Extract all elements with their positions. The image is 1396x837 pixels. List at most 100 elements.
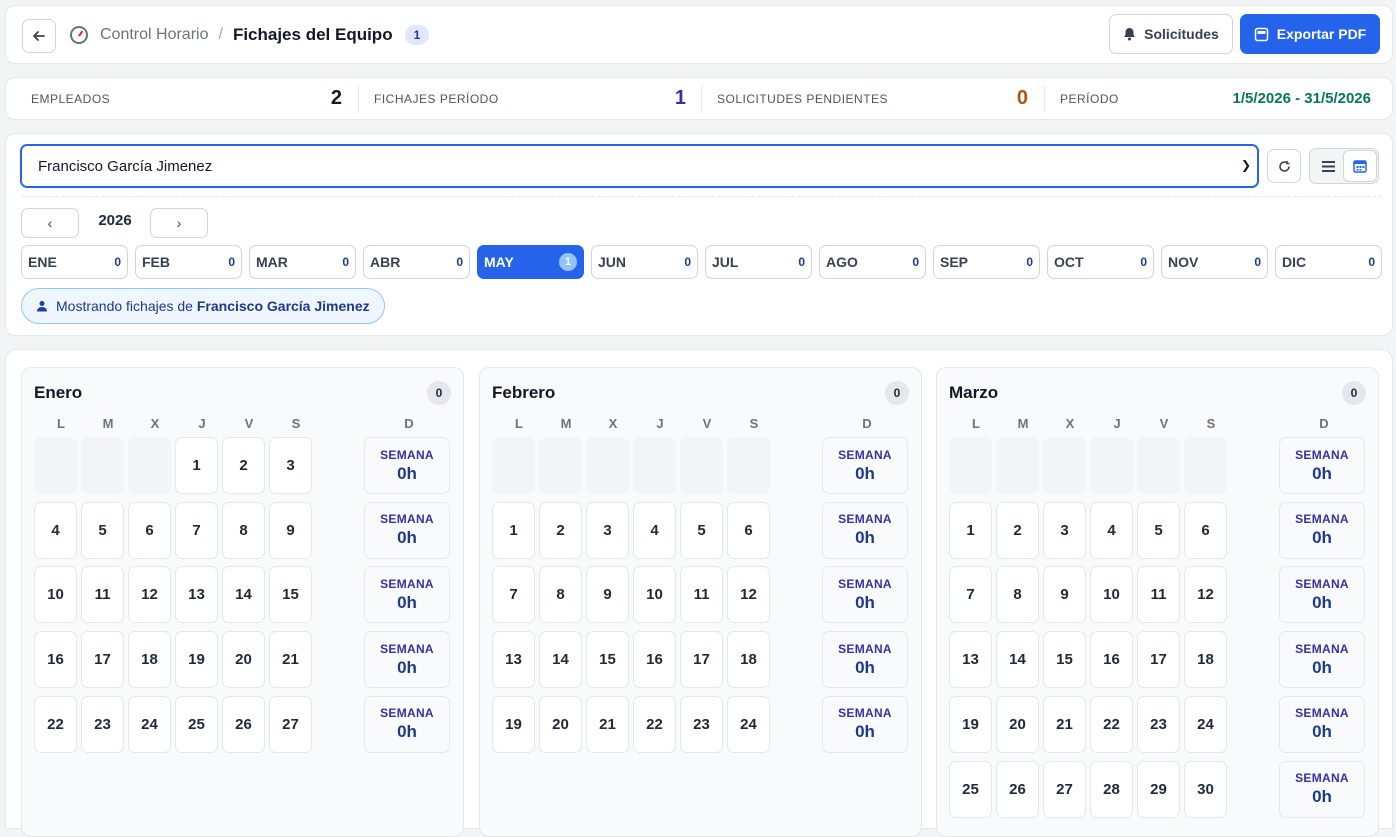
calendar-day[interactable]: 7 [492,566,535,624]
next-year-button[interactable]: › [150,208,208,238]
calendar-day[interactable]: 2 [996,501,1039,559]
calendar-day[interactable]: 1 [175,437,218,494]
calendar-day[interactable]: 15 [269,566,312,624]
month-button-may[interactable]: MAY 1 [477,245,584,279]
calendar-day[interactable]: 3 [1043,501,1086,559]
calendar-day[interactable]: 17 [1137,631,1180,689]
calendar-day[interactable]: 13 [949,631,992,689]
calendar-day[interactable]: 13 [492,631,535,689]
calendar-day[interactable]: 4 [633,501,676,559]
calendar-day[interactable]: 22 [633,695,676,753]
calendar-day[interactable]: 12 [128,566,171,624]
calendar-day[interactable]: 27 [269,695,312,753]
calendar-day[interactable]: 23 [81,695,124,753]
calendar-day[interactable]: 19 [949,695,992,753]
calendar-day[interactable]: 10 [1090,566,1133,624]
calendar-day[interactable]: 5 [81,501,124,559]
calendar-day[interactable]: 8 [996,566,1039,624]
calendar-day[interactable]: 20 [539,695,582,753]
calendar-day[interactable]: 27 [1043,760,1086,818]
calendar-day[interactable]: 22 [34,695,77,753]
month-button-oct[interactable]: OCT 0 [1047,245,1154,279]
calendar-day[interactable]: 20 [996,695,1039,753]
calendar-day[interactable]: 18 [128,631,171,689]
calendar-day[interactable]: 17 [81,631,124,689]
calendar-day[interactable]: 7 [949,566,992,624]
calendar-day[interactable]: 5 [680,501,723,559]
calendar-day[interactable]: 4 [1090,501,1133,559]
calendar-day[interactable]: 21 [269,631,312,689]
calendar-view-button[interactable] [1344,151,1376,181]
calendar-day[interactable]: 11 [81,566,124,624]
calendar-day[interactable]: 28 [1090,760,1133,818]
month-button-ene[interactable]: ENE 0 [21,245,128,279]
calendar-day[interactable]: 25 [949,760,992,818]
calendar-day[interactable]: 18 [727,631,770,689]
month-button-dic[interactable]: DIC 0 [1275,245,1382,279]
prev-year-button[interactable]: ‹ [21,208,79,238]
calendar-day[interactable]: 6 [1184,501,1227,559]
calendar-day[interactable]: 11 [680,566,723,624]
calendar-day[interactable]: 1 [949,501,992,559]
calendar-day[interactable]: 19 [175,631,218,689]
calendar-day[interactable]: 10 [633,566,676,624]
requests-button[interactable]: Solicitudes [1109,14,1233,54]
calendar-day[interactable]: 30 [1184,760,1227,818]
calendar-day[interactable]: 24 [1184,695,1227,753]
calendar-day[interactable]: 5 [1137,501,1180,559]
calendar-day[interactable]: 3 [586,501,629,559]
calendar-day[interactable]: 20 [222,631,265,689]
calendar-day[interactable]: 3 [269,437,312,494]
calendar-day[interactable]: 15 [586,631,629,689]
calendar-day[interactable]: 12 [1184,566,1227,624]
calendar-day[interactable]: 23 [1137,695,1180,753]
refresh-button[interactable] [1267,149,1301,183]
calendar-day[interactable]: 11 [1137,566,1180,624]
calendar-day[interactable]: 17 [680,631,723,689]
calendar-day[interactable]: 9 [269,501,312,559]
calendar-day[interactable]: 24 [727,695,770,753]
calendar-day[interactable]: 8 [539,566,582,624]
calendar-day[interactable]: 8 [222,501,265,559]
calendar-day[interactable]: 2 [539,501,582,559]
calendar-day[interactable]: 16 [633,631,676,689]
calendar-day[interactable]: 29 [1137,760,1180,818]
calendar-day[interactable]: 14 [539,631,582,689]
export-pdf-button[interactable]: Exportar PDF [1240,14,1380,54]
calendar-day[interactable]: 24 [128,695,171,753]
month-button-abr[interactable]: ABR 0 [363,245,470,279]
calendar-day[interactable]: 4 [34,501,77,559]
calendar-day[interactable]: 23 [680,695,723,753]
calendar-day[interactable]: 21 [1043,695,1086,753]
month-button-jun[interactable]: JUN 0 [591,245,698,279]
calendar-day[interactable]: 16 [1090,631,1133,689]
calendar-day[interactable]: 6 [128,501,171,559]
breadcrumb-control-horario[interactable]: Control Horario [100,26,208,44]
month-button-ago[interactable]: AGO 0 [819,245,926,279]
list-view-button[interactable] [1312,151,1344,181]
calendar-day[interactable]: 25 [175,695,218,753]
calendar-day[interactable]: 12 [727,566,770,624]
calendar-day[interactable]: 16 [34,631,77,689]
month-button-mar[interactable]: MAR 0 [249,245,356,279]
calendar-day[interactable]: 18 [1184,631,1227,689]
calendar-day[interactable]: 14 [222,566,265,624]
calendar-day[interactable]: 13 [175,566,218,624]
calendar-day[interactable]: 6 [727,501,770,559]
calendar-day[interactable]: 14 [996,631,1039,689]
calendar-day[interactable]: 9 [586,566,629,624]
calendar-day[interactable]: 2 [222,437,265,494]
calendar-day[interactable]: 22 [1090,695,1133,753]
calendar-day[interactable]: 10 [34,566,77,624]
calendar-day[interactable]: 1 [492,501,535,559]
calendar-day[interactable]: 19 [492,695,535,753]
month-button-feb[interactable]: FEB 0 [135,245,242,279]
calendar-day[interactable]: 21 [586,695,629,753]
calendar-day[interactable]: 26 [222,695,265,753]
calendar-day[interactable]: 9 [1043,566,1086,624]
back-button[interactable] [22,19,56,53]
employee-select[interactable]: Francisco García Jimenez ❯ [21,145,1258,187]
calendar-day[interactable]: 26 [996,760,1039,818]
calendar-day[interactable]: 7 [175,501,218,559]
month-button-nov[interactable]: NOV 0 [1161,245,1268,279]
